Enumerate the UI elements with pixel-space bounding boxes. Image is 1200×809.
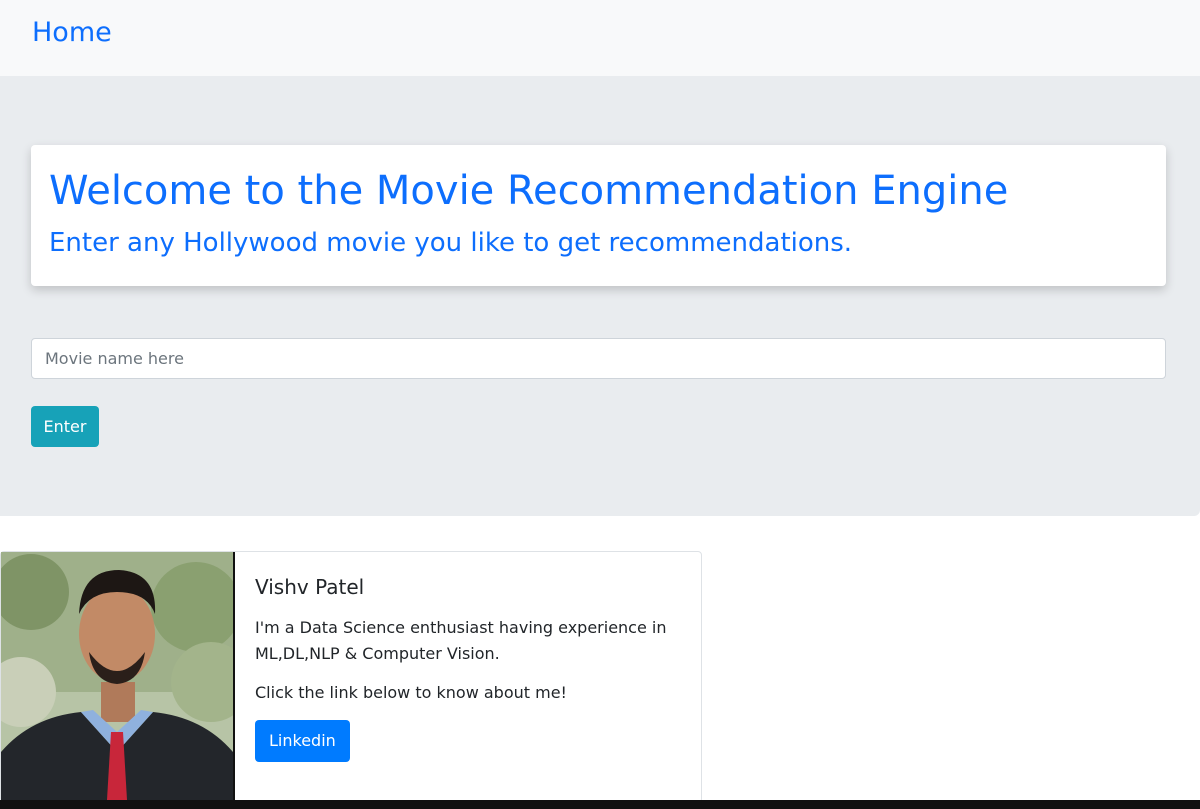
welcome-card: Welcome to the Movie Recommendation Engi…: [31, 145, 1166, 286]
profile-name: Vishv Patel: [255, 575, 365, 599]
bottom-edge-bar: [0, 800, 1200, 809]
profile-description: I'm a Data Science enthusiast having exp…: [255, 618, 667, 663]
profile-body: Vishv Patel I'm a Data Science enthusias…: [255, 572, 675, 762]
page-subtitle: Enter any Hollywood movie you like to ge…: [49, 228, 853, 258]
profile-cta-text: Click the link below to know about me!: [255, 683, 567, 702]
linkedin-button[interactable]: Linkedin: [255, 720, 350, 762]
enter-button[interactable]: Enter: [31, 406, 99, 447]
profile-card: Vishv Patel I'm a Data Science enthusias…: [0, 551, 702, 803]
navbar: Home: [0, 0, 1200, 76]
profile-photo-image: [1, 552, 233, 800]
movie-name-input[interactable]: [31, 338, 1166, 379]
profile-photo: [1, 552, 235, 800]
nav-home-link[interactable]: Home: [32, 14, 112, 52]
page-title: Welcome to the Movie Recommendation Engi…: [49, 168, 1009, 214]
jumbotron: Welcome to the Movie Recommendation Engi…: [0, 76, 1200, 516]
